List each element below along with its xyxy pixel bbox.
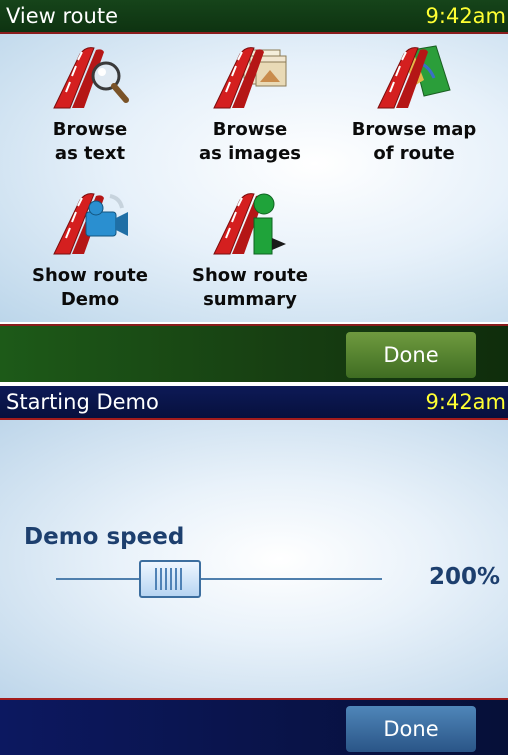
show-route-summary-button[interactable]: Show route summary — [170, 180, 330, 320]
tile-label: Browse as text — [52, 119, 128, 164]
browse-map-of-route-button[interactable]: Browse map of route — [334, 34, 494, 174]
road-map-icon — [377, 45, 451, 109]
title-bar: Starting Demo 9:42am — [0, 386, 508, 420]
road-images-icon — [213, 47, 287, 109]
screen-title: View route — [6, 4, 118, 28]
speed-slider-track[interactable] — [56, 578, 382, 580]
tile-label: Browse as images — [198, 119, 301, 164]
road-magnifier-icon — [53, 47, 129, 109]
bottom-bar: Done — [0, 698, 508, 755]
clock: 9:42am — [425, 4, 506, 28]
tile-label: Show route Demo — [32, 265, 148, 310]
demo-speed-value: 200% — [428, 564, 500, 590]
demo-speed-label: Demo speed — [24, 524, 185, 550]
speed-slider-thumb[interactable] — [139, 560, 202, 598]
view-route-screen: View route 9:42am Browse as text Browse … — [0, 0, 508, 382]
browse-as-images-button[interactable]: Browse as images — [170, 34, 330, 174]
title-bar: View route 9:42am — [0, 0, 508, 34]
browse-as-text-button[interactable]: Browse as text — [10, 34, 170, 174]
road-camera-icon — [53, 193, 128, 255]
menu-grid: Browse as text Browse as images Browse m… — [0, 34, 508, 322]
tile-label: Browse map of route — [351, 119, 477, 164]
clock: 9:42am — [425, 390, 506, 414]
slider-grip-icon — [155, 568, 186, 590]
demo-speed-panel: Demo speed 200% — [0, 420, 508, 698]
show-route-demo-button[interactable]: Show route Demo — [10, 180, 170, 320]
done-button[interactable]: Done — [346, 706, 476, 752]
road-info-icon — [213, 193, 286, 255]
screen-title: Starting Demo — [6, 390, 159, 414]
done-button[interactable]: Done — [346, 332, 476, 378]
bottom-bar: Done — [0, 324, 508, 382]
tile-label: Show route summary — [192, 265, 308, 310]
starting-demo-screen: Starting Demo 9:42am Demo speed 200% Don… — [0, 386, 508, 755]
